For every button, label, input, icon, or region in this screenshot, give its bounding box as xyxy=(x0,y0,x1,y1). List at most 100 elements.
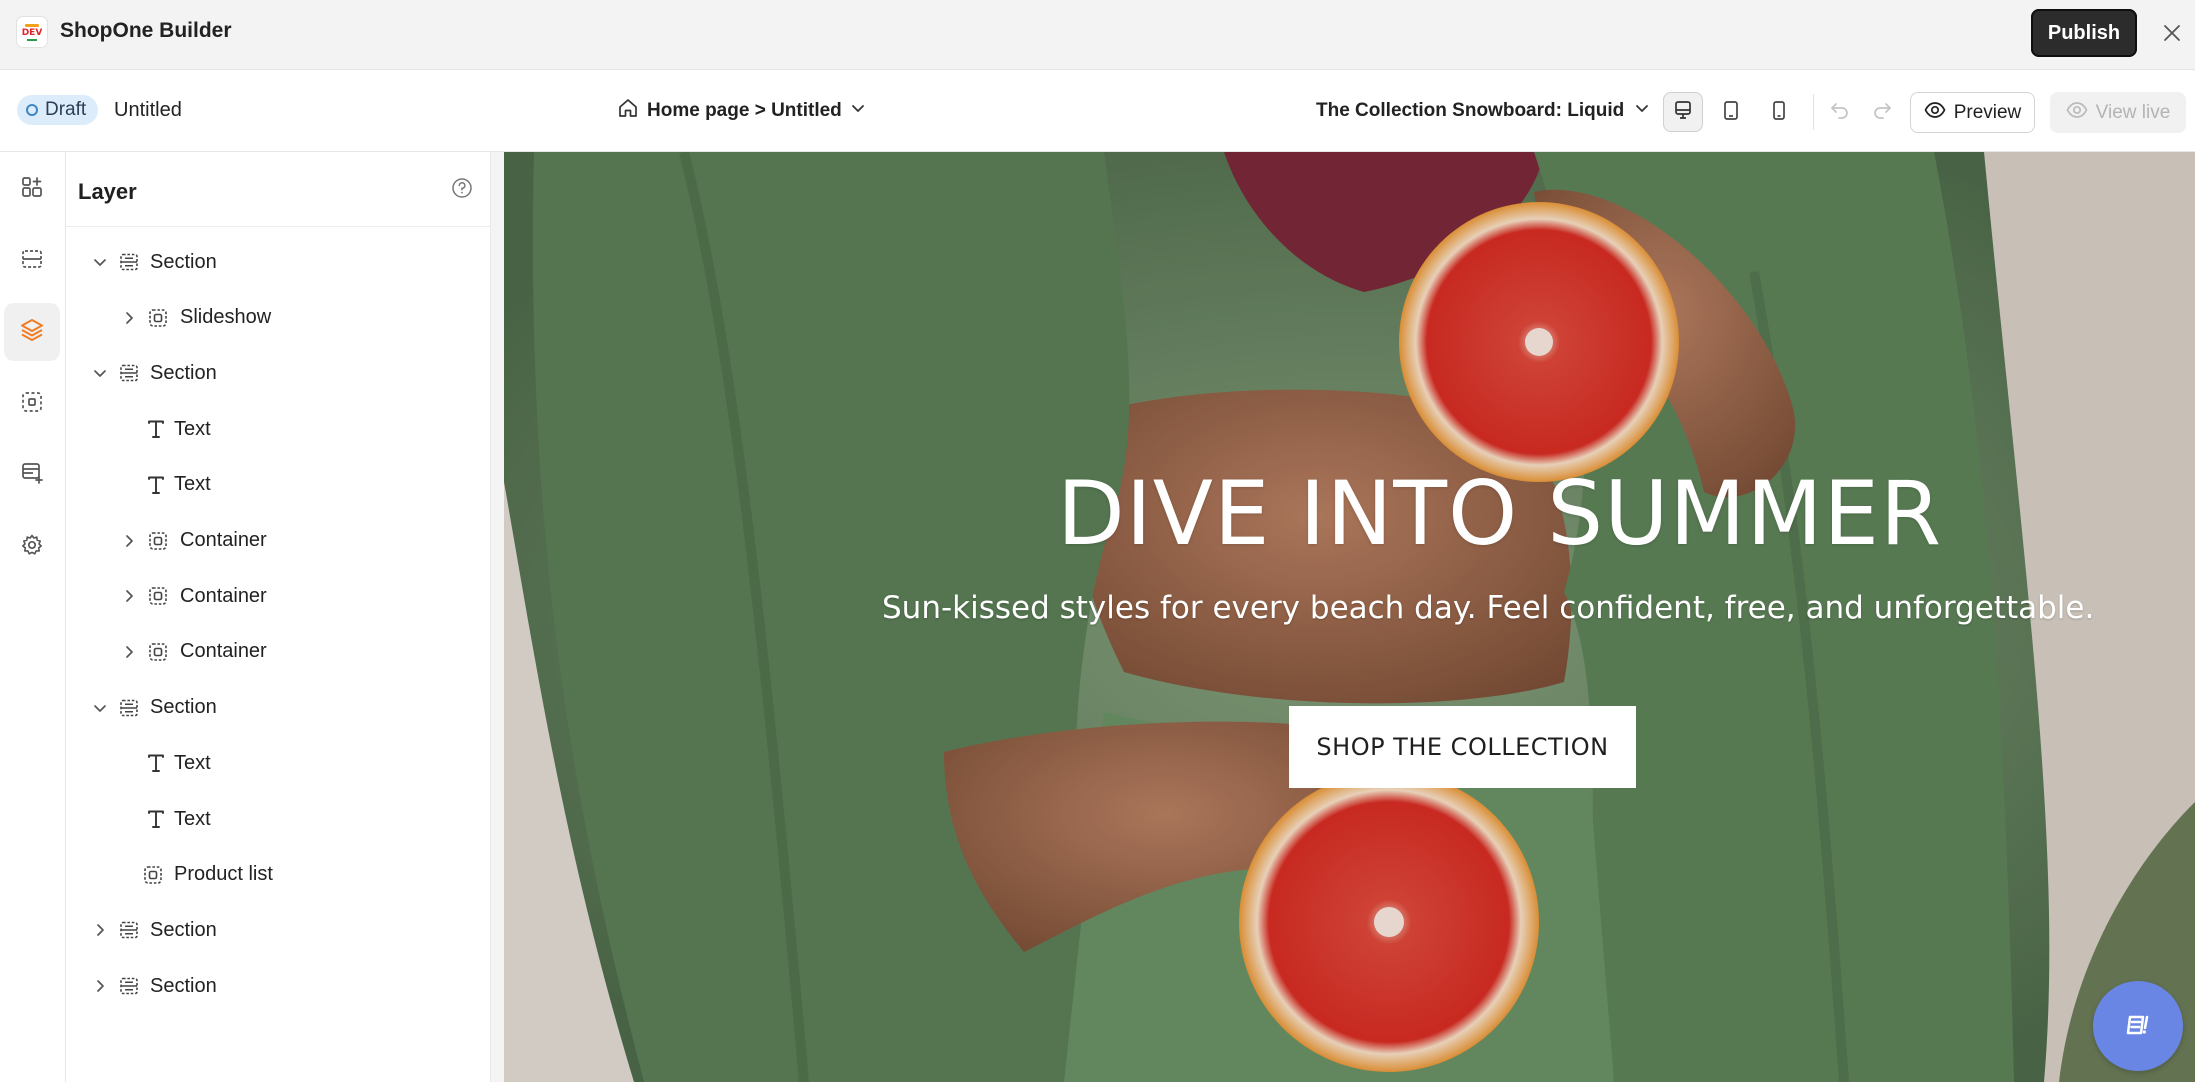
layer-item-label: Section xyxy=(150,361,217,384)
text-icon xyxy=(144,751,168,775)
layer-item-text[interactable]: Text xyxy=(66,458,490,512)
layer-item-label: Section xyxy=(150,918,217,941)
chevron-right-icon[interactable] xyxy=(90,920,110,940)
rail-components[interactable] xyxy=(4,375,60,433)
component-icon xyxy=(141,863,165,887)
app-logo: DEV xyxy=(17,17,47,47)
eye-icon xyxy=(2066,99,2088,127)
layer-item-label: Product list xyxy=(174,863,273,886)
eye-icon xyxy=(1924,99,1946,127)
layer-item-label: Section xyxy=(150,974,217,997)
layer-item-section[interactable]: Section xyxy=(66,681,490,735)
layer-item-label: Section xyxy=(150,696,217,719)
layer-item-container[interactable]: Container xyxy=(66,625,490,679)
layer-item-section[interactable]: Section xyxy=(66,346,490,400)
desktop-icon xyxy=(1672,99,1694,126)
layer-item-label: Text xyxy=(174,751,211,774)
text-icon xyxy=(144,473,168,497)
section-icon xyxy=(117,250,141,274)
left-rail xyxy=(0,152,66,1082)
layer-item-container[interactable]: Container xyxy=(66,514,490,568)
layer-item-text[interactable]: Text xyxy=(66,736,490,790)
chevron-right-icon[interactable] xyxy=(119,642,139,662)
redo-icon xyxy=(1871,99,1893,126)
page-canvas[interactable]: DIVE INTO SUMMER Sun-kissed styles for e… xyxy=(504,152,2195,1082)
undo-button[interactable] xyxy=(1824,94,1856,130)
chevron-right-icon[interactable] xyxy=(119,308,139,328)
chevron-down-icon[interactable] xyxy=(90,363,110,383)
chevron-down-icon xyxy=(1634,100,1650,122)
preview-button[interactable]: Preview xyxy=(1910,92,2035,133)
layer-item-label: Slideshow xyxy=(180,306,272,329)
layer-item-section[interactable]: Section xyxy=(66,235,490,289)
mobile-icon xyxy=(1768,99,1790,126)
home-icon xyxy=(617,97,639,125)
preview-label: Preview xyxy=(1953,101,2022,123)
rail-add-elements[interactable] xyxy=(4,160,60,218)
page-breadcrumb-dropdown[interactable]: Home page > Untitled xyxy=(617,94,866,128)
rail-settings[interactable] xyxy=(4,518,60,576)
layer-item-product-list[interactable]: Product list xyxy=(66,848,490,902)
chevron-down-icon xyxy=(850,100,866,122)
chevron-down-icon[interactable] xyxy=(90,252,110,272)
template-select[interactable]: The Collection Snowboard: Liquid xyxy=(1316,94,1650,128)
view-live-button[interactable]: View live xyxy=(2050,92,2186,133)
layer-item-slideshow[interactable]: Slideshow xyxy=(66,291,490,345)
close-icon[interactable] xyxy=(2157,18,2187,48)
desktop-view-button[interactable] xyxy=(1663,92,1703,132)
status-badge-label: Draft xyxy=(45,99,87,120)
hero-subtitle[interactable]: Sun-kissed styles for every beach day. F… xyxy=(504,590,2195,626)
layer-item-text[interactable]: Text xyxy=(66,402,490,456)
chevron-down-icon[interactable] xyxy=(90,698,110,718)
rail-layers[interactable] xyxy=(4,303,60,361)
component-icon xyxy=(146,306,170,330)
shop-collection-button[interactable]: SHOP THE COLLECTION xyxy=(1289,706,1636,788)
sections-icon xyxy=(20,247,44,276)
editor-toolbar: Draft Untitled Home page > Untitled The … xyxy=(0,70,2195,152)
chat-support-button[interactable] xyxy=(2093,981,2183,1071)
layers-icon xyxy=(19,317,45,348)
section-icon xyxy=(117,696,141,720)
draft-dot-icon xyxy=(26,104,38,116)
layer-item-label: Container xyxy=(180,529,267,551)
text-icon xyxy=(144,417,168,441)
rail-templates[interactable] xyxy=(4,446,60,504)
breadcrumb-label: Home page > Untitled xyxy=(647,100,842,121)
help-icon[interactable] xyxy=(449,175,475,201)
hero-title[interactable]: DIVE INTO SUMMER xyxy=(504,462,2195,565)
publish-button[interactable]: Publish xyxy=(2031,9,2137,57)
layer-item-label: Text xyxy=(174,473,211,496)
section-icon xyxy=(117,918,141,942)
layer-item-section[interactable]: Section xyxy=(66,903,490,957)
component-icon xyxy=(146,584,170,608)
page-name[interactable]: Untitled xyxy=(114,99,182,122)
layer-item-label: Section xyxy=(150,250,217,273)
layer-panel-scrollbar[interactable] xyxy=(490,152,504,1082)
layer-item-section[interactable]: Section xyxy=(66,959,490,1013)
view-live-label: View live xyxy=(2095,101,2171,123)
title-bar: DEV ShopOne Builder Publish xyxy=(0,0,2195,70)
layer-item-label: Text xyxy=(174,807,211,830)
status-badge: Draft xyxy=(17,95,99,125)
component-icon xyxy=(146,640,170,664)
text-icon xyxy=(144,807,168,831)
templates-icon xyxy=(20,461,44,490)
chevron-right-icon[interactable] xyxy=(119,531,139,551)
add-elements-icon xyxy=(20,175,44,204)
component-icon xyxy=(146,529,170,553)
rail-sections[interactable] xyxy=(4,232,60,290)
chevron-right-icon[interactable] xyxy=(90,976,110,996)
template-select-label: The Collection Snowboard: Liquid xyxy=(1316,100,1625,121)
mobile-view-button[interactable] xyxy=(1759,92,1799,132)
toolbar-divider xyxy=(1813,94,1814,130)
chat-icon xyxy=(2121,1007,2155,1046)
layer-item-label: Container xyxy=(180,640,267,663)
tablet-view-button[interactable] xyxy=(1711,92,1751,132)
layer-item-container[interactable]: Container xyxy=(66,569,490,623)
chevron-right-icon[interactable] xyxy=(119,586,139,606)
layer-item-label: Text xyxy=(174,417,211,440)
undo-icon xyxy=(1829,99,1851,126)
gear-icon xyxy=(20,533,44,562)
layer-item-text[interactable]: Text xyxy=(66,792,490,846)
redo-button[interactable] xyxy=(1866,94,1898,130)
